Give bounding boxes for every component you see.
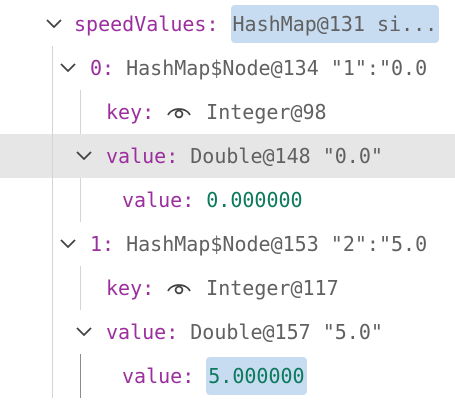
tree-row-key-1[interactable]: key: Integer@117 (0, 266, 455, 310)
indent-guide (52, 178, 53, 222)
chevron-down-icon[interactable] (73, 134, 95, 178)
name-separator: : (102, 56, 115, 80)
name-separator: : (166, 320, 179, 344)
variable-name: speedValues (74, 12, 207, 36)
name-separator: : (206, 12, 219, 36)
indent-guide (52, 134, 53, 178)
tree-row-content: value: 0.000000 (122, 178, 303, 222)
eye-icon[interactable] (166, 280, 192, 296)
tree-row-value-0-child[interactable]: value: 0.000000 (0, 178, 455, 222)
name-separator: : (182, 188, 195, 212)
variable-value: Double@157 "5.0" (190, 320, 383, 344)
tree-row-entry-1[interactable]: 1: HashMap$Node@153 "2":"5.0 (0, 222, 455, 266)
variables-tree: speedValues: HashMap@131 si... 0: HashMa… (0, 0, 455, 402)
tree-row-value-0[interactable]: value: Double@148 "0.0" (0, 134, 455, 178)
indent-guide (80, 266, 81, 310)
tree-row-value-1-child[interactable]: value: 5.000000 (0, 354, 455, 398)
variable-value: HashMap$Node@153 "2":"5.0 (126, 232, 428, 256)
variable-name: value (106, 144, 167, 168)
indent-guide (52, 90, 53, 134)
name-separator: : (142, 100, 155, 124)
indent-guide (52, 46, 53, 90)
chevron-down-icon[interactable] (43, 2, 65, 46)
chevron-down-icon[interactable] (73, 310, 95, 354)
indent-guide (80, 178, 81, 222)
tree-row-content: value: Double@148 "0.0" (106, 134, 383, 178)
variable-value: 0.000000 (206, 188, 303, 212)
tree-row-key-0[interactable]: key: Integer@98 (0, 90, 455, 134)
variable-name: 0 (90, 56, 103, 80)
indent-guide (80, 354, 81, 398)
variable-value: Integer@98 (206, 100, 327, 124)
tree-row-content: value: 5.000000 (122, 354, 307, 398)
variable-name: value (122, 364, 183, 388)
indent-guide (52, 266, 53, 310)
variable-value: Integer@117 (206, 276, 339, 300)
name-separator: : (166, 144, 179, 168)
indent-guide (80, 90, 81, 134)
tree-row-content: key: Integer@98 (106, 90, 327, 134)
variable-name: 1 (90, 232, 103, 256)
name-separator: : (142, 276, 155, 300)
eye-icon[interactable] (166, 104, 192, 120)
tree-row-value-1[interactable]: value: Double@157 "5.0" (0, 310, 455, 354)
tree-row-content: value: Double@157 "5.0" (106, 310, 383, 354)
tree-row-content: 0: HashMap$Node@134 "1":"0.0 (90, 46, 427, 90)
tree-row-entry-0[interactable]: 0: HashMap$Node@134 "1":"0.0 (0, 46, 455, 90)
variable-name: key (106, 276, 143, 300)
name-separator: : (102, 232, 115, 256)
variable-name: value (122, 188, 183, 212)
chevron-down-icon[interactable] (57, 46, 79, 90)
tree-row-content: key: Integer@117 (106, 266, 339, 310)
variable-value: Double@148 "0.0" (190, 144, 383, 168)
variable-name: key (106, 100, 143, 124)
chevron-down-icon[interactable] (57, 222, 79, 266)
name-separator: : (182, 364, 195, 388)
variable-name: value (106, 320, 167, 344)
tree-row-content: 1: HashMap$Node@153 "2":"5.0 (90, 222, 427, 266)
variable-value[interactable]: HashMap@131 si... (230, 5, 440, 43)
variable-value: HashMap$Node@134 "1":"0.0 (126, 56, 428, 80)
indent-guide (52, 310, 53, 354)
indent-guide (52, 354, 53, 398)
indent-guide (52, 222, 53, 266)
tree-row-speedvalues[interactable]: speedValues: HashMap@131 si... (0, 2, 455, 46)
variable-value[interactable]: 5.000000 (206, 357, 307, 395)
tree-row-content: speedValues: HashMap@131 si... (74, 2, 440, 46)
